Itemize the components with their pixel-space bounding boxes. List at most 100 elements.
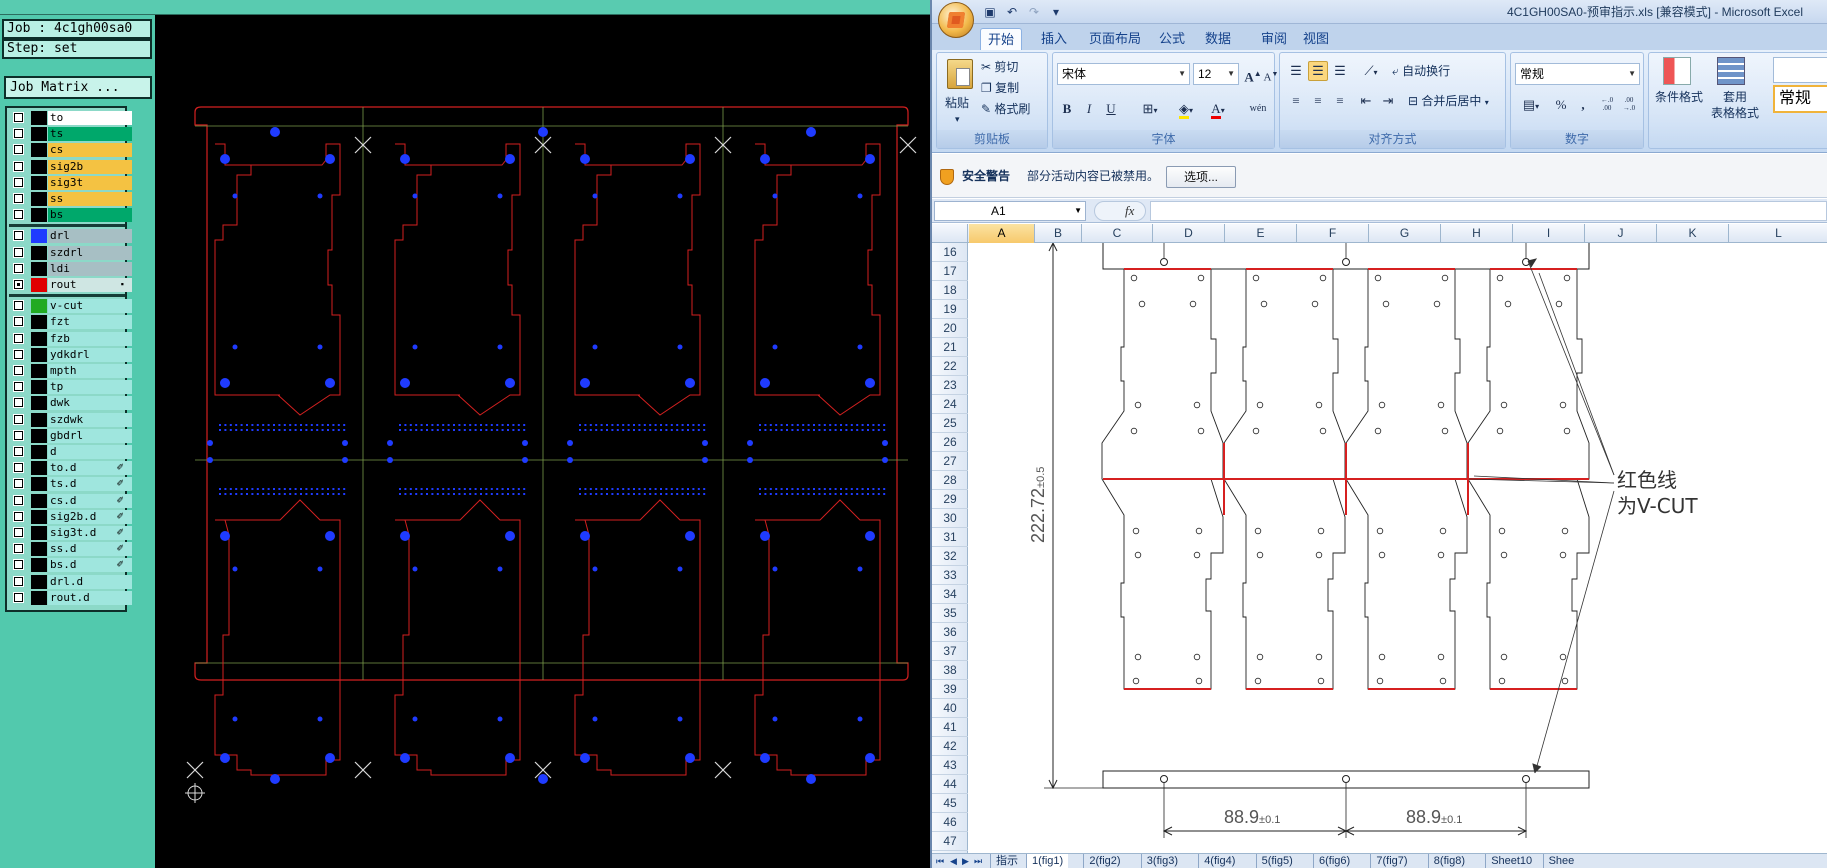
paste-button[interactable]: 粘贴 bbox=[945, 95, 969, 111]
worksheet-grid[interactable]: 222.72±0.5 88.9±0.1 88.9±0.1 红色线 为V-CUT bbox=[969, 243, 1827, 853]
column-header-B[interactable]: B bbox=[1035, 224, 1082, 243]
layer-row-mpth[interactable]: mpth bbox=[9, 364, 132, 378]
sheet-tab-8[interactable]: 8(fig8) bbox=[1427, 854, 1470, 868]
layer-checkbox[interactable] bbox=[13, 112, 24, 123]
layer-row-sig3t-d[interactable]: sig3t.d ✐ bbox=[9, 526, 132, 540]
currency-icon[interactable]: ▤▾ bbox=[1515, 95, 1547, 115]
layer-color-swatch[interactable] bbox=[31, 590, 47, 605]
sheet-tab-6[interactable]: 6(fig6) bbox=[1313, 854, 1355, 868]
layer-row-cs-d[interactable]: cs.d ✐ bbox=[9, 493, 132, 508]
ribbon-tab-3[interactable]: 公式 bbox=[1152, 28, 1192, 50]
layer-checkbox[interactable] bbox=[13, 478, 24, 490]
layer-row-dwk[interactable]: dwk bbox=[9, 396, 132, 411]
layer-row-sig2b-d[interactable]: sig2b.d ✐ bbox=[9, 509, 132, 524]
layer-color-swatch[interactable] bbox=[31, 493, 47, 508]
layer-color-swatch[interactable] bbox=[31, 331, 47, 346]
align-center-icon[interactable]: ≡ bbox=[1308, 91, 1328, 111]
decrease-indent-icon[interactable]: ⇤ bbox=[1356, 91, 1376, 111]
conditional-format-button[interactable]: 条件格式 bbox=[1655, 89, 1703, 105]
layer-color-swatch[interactable] bbox=[31, 364, 47, 378]
conditional-format-icon[interactable] bbox=[1663, 57, 1691, 85]
insert-function-button[interactable]: fx bbox=[1094, 201, 1146, 221]
layer-checkbox[interactable] bbox=[13, 230, 24, 242]
sheet-tab-7[interactable]: 7(fig7) bbox=[1370, 854, 1412, 868]
formula-input[interactable] bbox=[1150, 201, 1827, 221]
layer-row-ss[interactable]: ss bbox=[9, 192, 132, 206]
layer-row-szdrl[interactable]: szdrl bbox=[9, 245, 132, 260]
layer-checkbox[interactable] bbox=[13, 262, 24, 274]
ribbon-tab-5[interactable]: 审阅 bbox=[1254, 28, 1294, 50]
layer-checkbox[interactable] bbox=[13, 381, 24, 393]
layer-row-tp[interactable]: tp bbox=[9, 380, 132, 395]
layer-row-ss-d[interactable]: ss.d ✐ bbox=[9, 542, 132, 557]
layer-checkbox[interactable] bbox=[13, 446, 24, 457]
row-header-32[interactable]: 32 bbox=[932, 547, 968, 566]
align-top-icon[interactable]: ☰ bbox=[1286, 61, 1306, 81]
row-header-27[interactable]: 27 bbox=[932, 452, 968, 471]
layer-row-v-cut[interactable]: v-cut bbox=[9, 299, 132, 314]
row-header-38[interactable]: 38 bbox=[932, 661, 968, 680]
layer-color-swatch[interactable] bbox=[31, 542, 47, 557]
fill-color-button[interactable]: ◈▾ bbox=[1171, 99, 1201, 119]
ribbon-tab-6[interactable]: 视图 bbox=[1296, 28, 1336, 50]
layer-checkbox[interactable] bbox=[13, 176, 24, 188]
layer-row-ts-d[interactable]: ts.d ✐ bbox=[9, 477, 132, 492]
column-header-I[interactable]: I bbox=[1513, 224, 1585, 243]
row-header-45[interactable]: 45 bbox=[932, 794, 968, 813]
wrap-text-button[interactable]: ⤶ 自动换行 bbox=[1392, 63, 1450, 79]
layer-color-swatch[interactable] bbox=[31, 477, 47, 492]
format-as-table-label-2[interactable]: 表格格式 bbox=[1711, 105, 1759, 121]
layer-checkbox[interactable] bbox=[13, 527, 24, 538]
sheet-tab-3[interactable]: 3(fig3) bbox=[1140, 854, 1183, 868]
row-header-28[interactable]: 28 bbox=[932, 471, 968, 490]
sheet-tab-0[interactable]: 指示 bbox=[990, 854, 1023, 868]
layer-color-swatch[interactable] bbox=[31, 127, 47, 142]
first-sheet-icon[interactable]: ⏮ bbox=[936, 854, 944, 868]
cut-button[interactable]: ✂ 剪切 bbox=[981, 59, 1018, 75]
layer-checkbox[interactable] bbox=[13, 397, 24, 409]
column-header-C[interactable]: C bbox=[1082, 224, 1153, 243]
layer-color-swatch[interactable] bbox=[31, 461, 47, 476]
layer-color-swatch[interactable] bbox=[31, 229, 47, 244]
orientation-icon[interactable]: ⟋▾ bbox=[1356, 61, 1386, 81]
row-header-37[interactable]: 37 bbox=[932, 642, 968, 661]
merge-center-button[interactable]: ⊟ 合并后居中 ▾ bbox=[1408, 93, 1489, 111]
layer-checkbox[interactable] bbox=[13, 462, 24, 474]
column-header-K[interactable]: K bbox=[1657, 224, 1729, 243]
percent-button[interactable]: % bbox=[1551, 95, 1571, 115]
layer-row-d[interactable]: d bbox=[9, 445, 132, 459]
row-header-31[interactable]: 31 bbox=[932, 528, 968, 547]
layer-row-rout-d[interactable]: rout.d bbox=[9, 590, 132, 605]
options-button[interactable]: 选项... bbox=[1166, 166, 1236, 188]
sheet-tab-2[interactable]: 2(fig2) bbox=[1083, 854, 1125, 868]
layer-color-swatch[interactable] bbox=[31, 175, 47, 190]
italic-button[interactable]: I bbox=[1079, 99, 1099, 119]
row-header-24[interactable]: 24 bbox=[932, 395, 968, 414]
shrink-font-button[interactable]: A▼ bbox=[1261, 64, 1281, 84]
layer-color-swatch[interactable] bbox=[31, 509, 47, 524]
layer-checkbox[interactable] bbox=[13, 300, 24, 312]
layer-color-swatch[interactable] bbox=[31, 208, 47, 223]
copy-button[interactable]: ❐ 复制 bbox=[981, 80, 1019, 96]
row-header-46[interactable]: 46 bbox=[932, 813, 968, 832]
underline-button[interactable]: U bbox=[1101, 99, 1121, 119]
align-left-icon[interactable]: ≡ bbox=[1286, 91, 1306, 111]
layer-checkbox[interactable] bbox=[13, 160, 24, 172]
row-header-16[interactable]: 16 bbox=[932, 243, 968, 262]
row-header-18[interactable]: 18 bbox=[932, 281, 968, 300]
layer-color-swatch[interactable] bbox=[31, 526, 47, 540]
row-header-19[interactable]: 19 bbox=[932, 300, 968, 319]
customize-qat-icon[interactable]: ▾ bbox=[1048, 3, 1064, 21]
align-bottom-icon[interactable]: ☰ bbox=[1330, 61, 1350, 81]
sheet-tab-5[interactable]: 5(fig5) bbox=[1255, 854, 1298, 868]
row-header-43[interactable]: 43 bbox=[932, 756, 968, 775]
layer-row-to-d[interactable]: to.d ✐ bbox=[9, 461, 132, 476]
comma-button[interactable]: , bbox=[1573, 95, 1593, 115]
layer-row-szdwk[interactable]: szdwk bbox=[9, 412, 132, 427]
save-icon[interactable]: ▣ bbox=[982, 3, 998, 21]
layer-row-to[interactable]: to bbox=[9, 111, 132, 125]
prev-sheet-icon[interactable]: ◀ bbox=[950, 854, 957, 868]
format-painter-button[interactable]: ✎ 格式刷 bbox=[981, 101, 1030, 117]
decrease-decimal-button[interactable]: .00 →.0 bbox=[1619, 95, 1639, 115]
column-header-J[interactable]: J bbox=[1585, 224, 1657, 243]
